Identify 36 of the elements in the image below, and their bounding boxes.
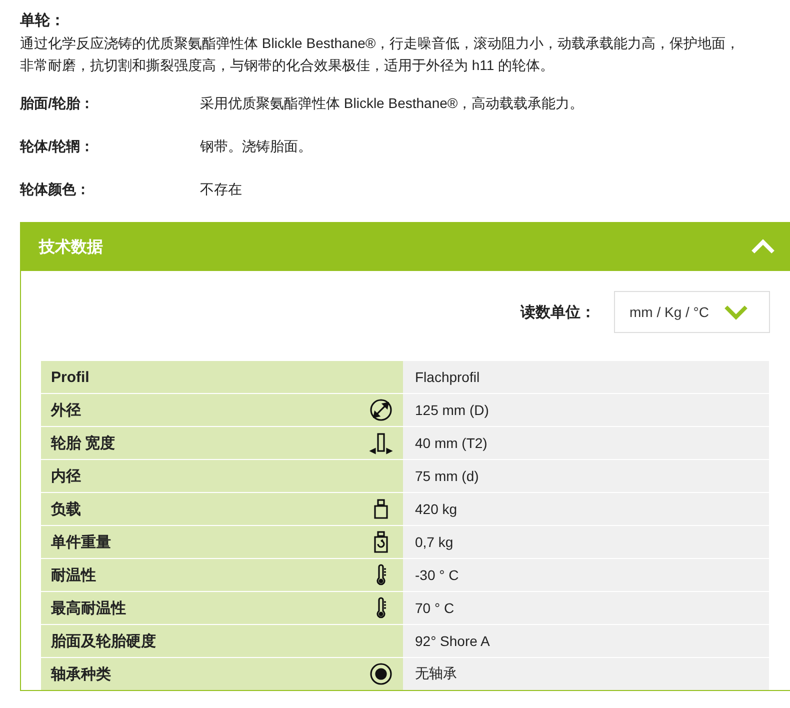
unit-dropdown[interactable]: mm / Kg / °C	[614, 291, 770, 333]
width-icon	[369, 431, 393, 455]
spec-value-cell: 92° Shore A	[403, 625, 769, 657]
panel-title: 技术数据	[39, 238, 103, 258]
chevron-icon	[723, 304, 749, 320]
property-label: 胎面/轮胎：	[20, 94, 95, 113]
spec-label: 耐温性	[51, 566, 96, 584]
chevron-icon	[750, 239, 776, 255]
section-title: 单轮：	[20, 11, 66, 31]
spec-label: 负载	[51, 500, 81, 518]
spec-label: 轴承种类	[51, 664, 111, 684]
spec-label: 外径	[51, 400, 81, 420]
spec-value-cell: -30 ° C	[403, 559, 769, 591]
property-label: 轮体/轮辋：	[20, 137, 95, 156]
spec-label: 单件重量	[51, 532, 111, 552]
spec-value-cell: 无轴承	[403, 658, 769, 690]
spec-value-cell: 420 kg	[403, 493, 769, 525]
spec-value-cell: 40 mm (T2)	[403, 427, 769, 459]
diameter-icon	[369, 398, 393, 422]
description-text: 通过化学反应浇铸的优质聚氨酯弹性体 Blickle Besthane®，行走噪音低，滚动阻力小，动载承载能力高，保护地面，非常耐磨，抗切割和撕裂强度高，与钢带的化合效果极佳，适用于外径为 h11 的轮体。	[20, 34, 741, 75]
property-value: 采用优质聚氨酯弹性体 Blickle Besthane®，高动载载承能力。	[200, 94, 584, 113]
spec-label: 最高耐温性	[51, 598, 126, 618]
bearing-icon	[369, 662, 393, 686]
spec-label: 胎面及轮胎硬度	[51, 632, 156, 650]
spec-value-cell: 75 mm (d)	[403, 460, 769, 492]
spec-value-cell: Flachprofil	[403, 361, 769, 393]
spec-label: 轮胎 宽度	[51, 434, 116, 452]
spec-label: 内径	[51, 466, 81, 486]
property-value: 不存在	[200, 180, 242, 199]
spec-label: Profil	[51, 368, 90, 386]
property-value: 钢带。浇铸胎面。	[200, 137, 312, 156]
unit-label: 读数单位：	[520, 302, 596, 322]
spec-value-cell: 70 ° C	[403, 592, 769, 624]
property-label: 轮体颜色：	[20, 180, 91, 199]
spec-value-cell: 125 mm (D)	[403, 394, 769, 426]
spec-value-cell: 0,7 kg	[403, 526, 769, 558]
